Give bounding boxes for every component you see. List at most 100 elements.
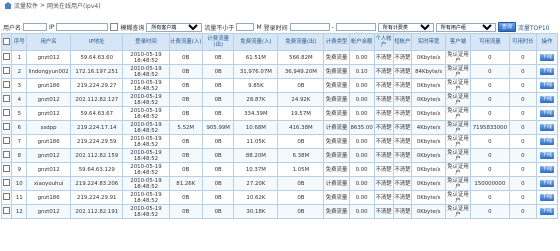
billed-in-cell: 0B xyxy=(168,148,203,163)
col-header-free-out: 免费流量(出) xyxy=(277,33,325,51)
bandwidth-cell: 0Kbyte/s xyxy=(411,176,446,191)
free-out-cell: 0B xyxy=(277,78,325,93)
bandwidth-cell: 0Kbyte/s xyxy=(411,162,446,177)
personal-account-cell: 不清楚 xyxy=(373,134,394,149)
billing-type-select[interactable]: 所有计费类 xyxy=(377,22,434,32)
offline-button[interactable]: 下线 xyxy=(539,180,554,187)
available-flow-cell: 0 xyxy=(470,78,510,93)
client-cell: 免认证用户 xyxy=(444,64,472,79)
billing-type-cell: 免费流量 xyxy=(323,204,350,219)
offline-button[interactable]: 下线 xyxy=(539,96,554,103)
available-flow-cell: 0 xyxy=(470,204,510,219)
row-checkbox[interactable] xyxy=(3,95,11,102)
offline-button[interactable]: 下线 xyxy=(539,194,554,201)
fuzzy-checkbox[interactable] xyxy=(110,23,119,31)
offline-button[interactable]: 下线 xyxy=(539,208,554,215)
free-out-cell: 0B xyxy=(277,176,325,191)
row-checkbox[interactable] xyxy=(3,137,11,144)
billed-out-cell: 0B xyxy=(201,50,235,65)
billed-out-cell: 0B xyxy=(201,162,235,177)
row-checkbox[interactable] xyxy=(3,151,11,158)
personal-account-cell: 不清楚 xyxy=(373,204,394,219)
client-type-select[interactable]: 所有客户端 xyxy=(146,22,203,32)
short-account-cell: 不清楚 xyxy=(392,134,413,149)
billing-type-cell: 免费流量 xyxy=(323,106,350,121)
row-checkbox[interactable] xyxy=(3,179,11,186)
billed-in-cell: 81.26K xyxy=(168,176,203,191)
offline-button[interactable]: 下线 xyxy=(539,124,554,131)
row-checkbox[interactable] xyxy=(3,67,11,74)
offline-button[interactable]: 下线 xyxy=(539,138,554,145)
login-time-cell: 2010-05-19 18:48:52 xyxy=(122,190,170,205)
row-checkbox[interactable] xyxy=(3,123,11,130)
select-all-checkbox[interactable] xyxy=(3,37,11,45)
row-select-cell xyxy=(0,92,13,107)
offline-button[interactable]: 下线 xyxy=(539,152,554,159)
action-cell: 下线 xyxy=(535,64,559,79)
login-time-cell: 2010-05-19 18:48:52 xyxy=(122,120,170,135)
personal-account-cell: 不清楚 xyxy=(373,92,394,107)
table-row: 3 gnzt186 219.224.29.27 2010-05-19 18:48:52… xyxy=(0,78,559,93)
available-time-cell: 0 xyxy=(508,148,537,163)
billed-out-cell: 0B xyxy=(201,190,235,205)
login-time-start-input[interactable] xyxy=(289,23,330,31)
available-flow-cell: 0 xyxy=(470,190,510,205)
client-cell: 免认证用户 xyxy=(444,162,472,177)
billed-in-cell: 0B xyxy=(168,50,203,65)
free-out-cell: 19.57M xyxy=(277,106,325,121)
row-number: 10 xyxy=(11,176,28,191)
free-in-cell: 10.68M xyxy=(233,120,279,135)
row-select-cell xyxy=(0,134,13,149)
breadcrumb: 流量软件 > 网关在线用户(ipv4) xyxy=(0,0,560,10)
user-group-select[interactable]: 所有用户组 xyxy=(435,22,496,32)
table-row: 5 gnzt012 59.64.63.67 2010-05-19 18:48:52 0B… xyxy=(0,106,559,121)
username-input[interactable] xyxy=(23,23,48,31)
available-time-cell: 0 xyxy=(508,78,537,93)
offline-button[interactable]: 下线 xyxy=(539,54,554,61)
login-time-label: 登录时间 xyxy=(263,24,288,32)
breadcrumb-root[interactable]: 流量软件 xyxy=(14,1,38,10)
row-checkbox[interactable] xyxy=(3,109,11,116)
row-checkbox[interactable] xyxy=(3,193,11,200)
traffic-input[interactable] xyxy=(236,23,255,31)
available-time-cell: 0 xyxy=(508,106,537,121)
balance-cell: 0.10 xyxy=(348,64,375,79)
offline-button[interactable]: 下线 xyxy=(539,68,554,75)
username-cell: gnzt012 xyxy=(26,50,72,65)
top10-link[interactable]: 流量TOP10 xyxy=(518,23,550,32)
action-cell: 下线 xyxy=(535,92,559,107)
offline-button[interactable]: 下线 xyxy=(539,166,554,173)
action-cell: 下线 xyxy=(535,120,559,135)
row-number: 9 xyxy=(11,162,28,177)
offline-button[interactable]: 下线 xyxy=(539,82,554,89)
row-checkbox[interactable] xyxy=(3,81,11,88)
billed-out-cell: 0B xyxy=(201,92,235,107)
row-checkbox[interactable] xyxy=(3,53,11,60)
row-checkbox[interactable] xyxy=(3,165,11,172)
balance-cell: 0.00 xyxy=(348,92,375,107)
breadcrumb-current: 网关在线用户(ipv4) xyxy=(47,2,101,10)
billing-type-cell: 计费流量 xyxy=(323,120,350,135)
col-header-personal-account: 个人帐户 xyxy=(373,33,394,51)
login-time-cell: 2010-05-19 18:48:52 xyxy=(122,204,170,219)
billing-type-cell: 计费流量 xyxy=(323,176,350,191)
table-row: 11 gnzt186 219.224.29.91 2010-05-19 18:48:5… xyxy=(0,190,559,205)
billed-in-cell: 0B xyxy=(168,204,203,219)
ip-input[interactable] xyxy=(56,23,109,31)
free-in-cell: 10.37M xyxy=(233,162,279,177)
username-cell: gnzt012 xyxy=(26,204,72,219)
action-cell: 下线 xyxy=(535,190,559,205)
billed-in-cell: 0B xyxy=(168,162,203,177)
offline-button[interactable]: 下线 xyxy=(539,110,554,117)
short-account-cell: 不清楚 xyxy=(392,106,413,121)
row-checkbox[interactable] xyxy=(3,207,11,214)
bandwidth-cell: 0Kbyte/s xyxy=(411,92,446,107)
personal-account-cell: 不清楚 xyxy=(373,106,394,121)
balance-cell: 0.00 xyxy=(348,190,375,205)
available-flow-cell: 7195833000 xyxy=(470,120,510,135)
login-time-end-input[interactable] xyxy=(335,23,376,31)
query-button[interactable]: 查询 xyxy=(497,22,516,32)
select-all-header xyxy=(0,33,13,51)
available-flow-cell: 0 xyxy=(470,50,510,65)
action-cell: 下线 xyxy=(535,162,559,177)
